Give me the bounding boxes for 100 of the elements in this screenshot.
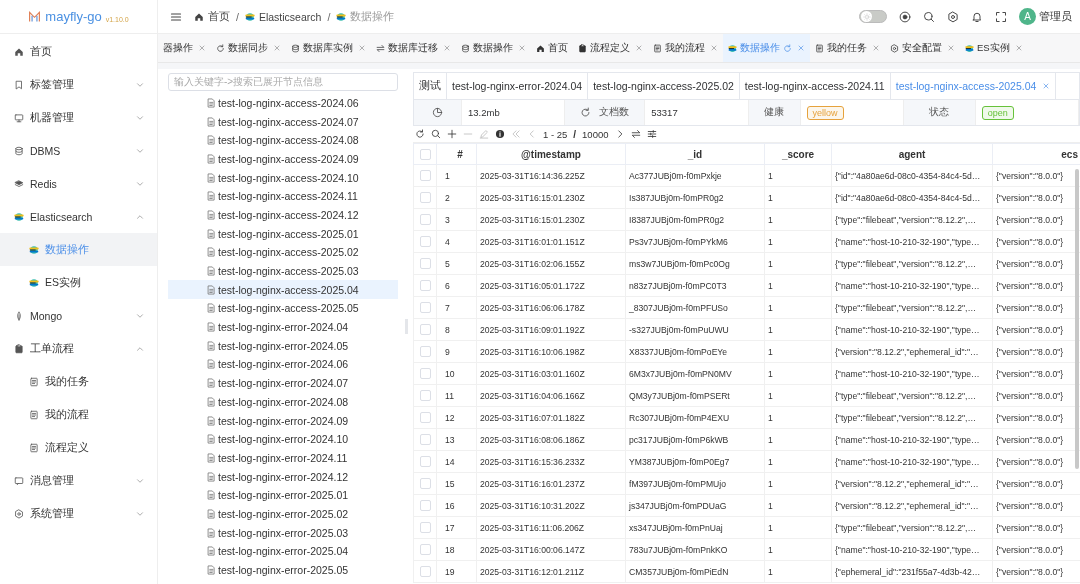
tree-item[interactable]: test-log-nginx-error-2024.04	[168, 317, 398, 337]
row-checkbox[interactable]	[419, 522, 431, 534]
tab[interactable]: 数据同步	[211, 34, 286, 62]
tab[interactable]: ES实例	[960, 34, 1028, 62]
column-header[interactable]: _id	[625, 143, 765, 165]
close-icon[interactable]	[872, 44, 880, 52]
row-checkbox[interactable]	[419, 258, 431, 270]
sidebar-item[interactable]: Redis	[0, 167, 157, 200]
tab[interactable]: 数据库实例	[286, 34, 371, 62]
target-icon[interactable]	[899, 10, 911, 23]
row-checkbox[interactable]	[419, 368, 431, 380]
column-header[interactable]: ecs	[992, 143, 1080, 165]
row-checkbox[interactable]	[419, 214, 431, 226]
tree-item[interactable]: test-log-nginx-access-2024.12	[168, 205, 398, 225]
tree-item[interactable]: test-log-nginx-error-2024.10	[168, 429, 398, 449]
tree-item[interactable]: test-log-nginx-error-2024.12	[168, 467, 398, 486]
sidebar-item[interactable]: 工单流程	[0, 332, 157, 365]
pencil-icon[interactable]	[479, 129, 489, 139]
close-icon[interactable]	[797, 44, 805, 52]
close-icon[interactable]	[947, 44, 955, 52]
row-checkbox[interactable]	[419, 566, 431, 578]
row-checkbox[interactable]	[419, 434, 431, 446]
tree-item[interactable]: test-log-nginx-error-2024.07	[168, 373, 398, 393]
tree-item[interactable]: test-log-nginx-access-2025.03	[168, 261, 398, 281]
tree-item[interactable]: test-log-nginx-access-2024.07	[168, 112, 398, 131]
tree-item[interactable]: test-log-nginx-error-2025.05	[168, 560, 398, 580]
sidebar-item[interactable]: 我的流程	[0, 398, 157, 431]
sidebar-item[interactable]: Elasticsearch	[0, 200, 157, 233]
user-name[interactable]: 管理员	[1039, 9, 1072, 24]
close-icon[interactable]	[710, 44, 718, 52]
sidebar-item[interactable]: 我的任务	[0, 365, 157, 398]
close-icon[interactable]	[1042, 82, 1051, 90]
column-header[interactable]: _score	[764, 143, 832, 165]
fullscreen-icon[interactable]	[995, 10, 1007, 23]
close-icon[interactable]	[358, 44, 366, 52]
chevron-left-icon[interactable]	[527, 129, 537, 139]
select-all-checkbox[interactable]	[419, 148, 431, 160]
bell-icon[interactable]	[971, 10, 983, 23]
tab[interactable]: 流程定义	[573, 34, 648, 62]
column-header[interactable]: @timestamp	[476, 143, 626, 165]
sidebar-item[interactable]: 系统管理	[0, 497, 157, 530]
tree-item[interactable]: test-log-nginx-access-2024.10	[168, 168, 398, 187]
tree-item[interactable]: test-log-nginx-error-2024.05	[168, 336, 398, 356]
row-checkbox[interactable]	[419, 544, 431, 556]
row-checkbox[interactable]	[419, 280, 431, 292]
double-chevron-left-icon[interactable]	[511, 129, 521, 139]
tree-item[interactable]: test-log-nginx-access-2024.08	[168, 130, 398, 150]
gear-icon[interactable]	[947, 10, 959, 23]
theme-toggle[interactable]	[859, 10, 887, 23]
column-header[interactable]: #	[436, 143, 477, 165]
sidebar-item[interactable]: 首页	[0, 35, 157, 68]
sidebar-item[interactable]: 消息管理	[0, 464, 157, 497]
tab[interactable]: 首页	[531, 34, 573, 62]
info-icon[interactable]	[495, 129, 505, 139]
tree-item[interactable]: test-log-nginx-error-2025.04	[168, 542, 398, 561]
close-icon[interactable]	[273, 44, 281, 52]
tab[interactable]: 安全配置	[885, 34, 960, 62]
row-checkbox[interactable]	[419, 346, 431, 358]
search-icon[interactable]	[923, 10, 935, 23]
tab[interactable]: 数据操作	[456, 34, 531, 62]
sidebar-item[interactable]: 机器管理	[0, 101, 157, 134]
index-tab[interactable]: test-log-nginx-access-2024.11	[739, 73, 891, 99]
tree-item[interactable]: test-log-nginx-access-2025.05	[168, 299, 398, 318]
close-icon[interactable]	[635, 44, 643, 52]
close-icon[interactable]	[443, 44, 451, 52]
tab[interactable]: 数据库迁移	[371, 34, 456, 62]
row-checkbox[interactable]	[419, 478, 431, 490]
row-checkbox[interactable]	[419, 236, 431, 248]
sidebar-item[interactable]: DBMS	[0, 134, 157, 167]
tree-item[interactable]: test-log-nginx-error-2025.03	[168, 523, 398, 542]
row-checkbox[interactable]	[419, 192, 431, 204]
index-tab[interactable]: test-log-nginx-access-2025.04	[890, 73, 1057, 99]
row-checkbox[interactable]	[419, 324, 431, 336]
sidebar-item[interactable]: ES实例	[0, 266, 157, 299]
column-header[interactable]: agent	[831, 143, 993, 165]
row-checkbox[interactable]	[419, 412, 431, 424]
tree-item[interactable]: test-log-nginx-access-2025.04	[168, 280, 398, 300]
tab[interactable]: 器操作	[158, 34, 211, 62]
tree-item[interactable]: test-log-nginx-access-2024.11	[168, 186, 398, 206]
tree-item[interactable]: test-log-nginx-access-2025.01	[168, 224, 398, 243]
tree-item[interactable]: test-log-nginx-error-2025.01	[168, 485, 398, 505]
row-checkbox[interactable]	[419, 456, 431, 468]
close-icon[interactable]	[518, 44, 526, 52]
row-checkbox[interactable]	[419, 390, 431, 402]
index-tab[interactable]: test-log-nginx-access-2025.02	[588, 73, 740, 99]
tree-item[interactable]: test-log-nginx-error-2024.08	[168, 392, 398, 412]
row-checkbox[interactable]	[419, 170, 431, 182]
tab[interactable]: 我的流程	[648, 34, 723, 62]
tree-item[interactable]: test-log-nginx-error-2024.11	[168, 448, 398, 468]
sidebar-item[interactable]: 流程定义	[0, 431, 157, 464]
swap-icon[interactable]	[630, 129, 641, 139]
tab[interactable]: 我的任务	[810, 34, 885, 62]
row-checkbox[interactable]	[419, 500, 431, 512]
breadcrumb-item[interactable]: Elasticsearch	[244, 10, 322, 23]
tree-item[interactable]: test-log-nginx-access-2025.02	[168, 243, 398, 262]
sliders-icon[interactable]	[646, 129, 657, 139]
tree-item[interactable]: test-log-nginx-access-2024.06	[168, 93, 398, 113]
tree-item[interactable]: test-log-nginx-error-2024.09	[168, 411, 398, 430]
plus-icon[interactable]	[447, 129, 457, 139]
refresh-icon[interactable]	[415, 129, 425, 139]
